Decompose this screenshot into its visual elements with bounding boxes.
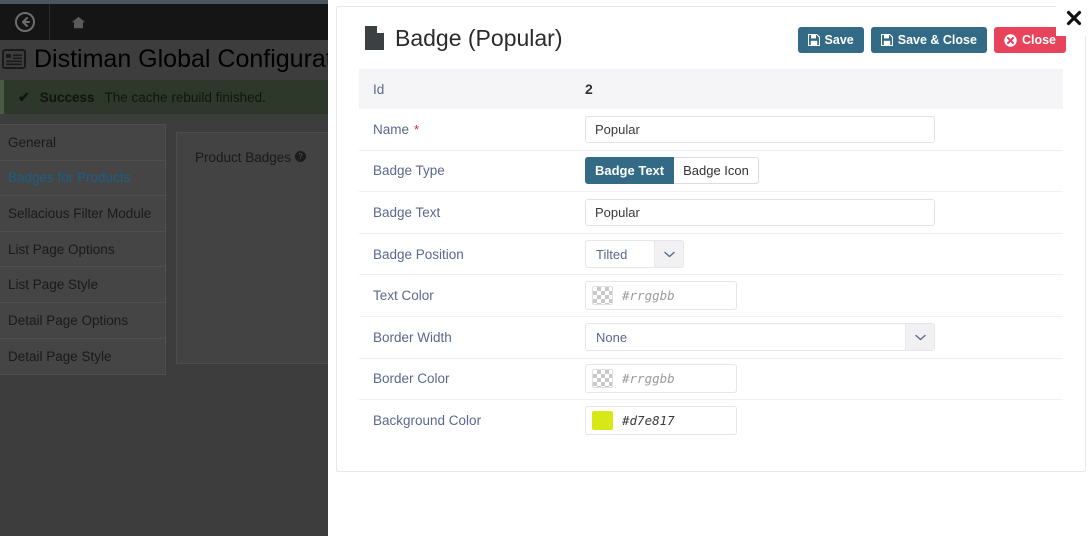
help-icon[interactable]: ?	[295, 151, 307, 162]
badge-position-label: Badge Position	[373, 246, 464, 262]
sidebar-item-list-page-style[interactable]: List Page Style	[0, 267, 165, 303]
close-button-label: Close	[1021, 33, 1056, 47]
alert-message: The cache rebuild finished.	[104, 89, 266, 105]
form-row-background-color: Background Color #d7e817	[359, 400, 1063, 442]
sidebar-item-sellacious-filter-module[interactable]: Sellacious Filter Module	[0, 196, 165, 232]
form-row-name: Name *	[359, 109, 1063, 151]
background-color-field[interactable]: #d7e817	[585, 406, 737, 436]
sidebar-item-list-page-options[interactable]: List Page Options	[0, 232, 165, 268]
badge-type-option-badge-icon[interactable]: Badge Icon	[674, 157, 759, 185]
form-row-border-color: Border Color #rrggbb	[359, 359, 1063, 401]
floppy-disk-icon	[880, 34, 893, 46]
product-badges-label: Product Badges	[195, 150, 292, 165]
sidebar-item-detail-page-options[interactable]: Detail Page Options	[0, 303, 165, 339]
save-button[interactable]: Save	[797, 27, 864, 53]
product-badges-heading: Product Badges ?	[177, 133, 328, 165]
background-color-label: Background Color	[373, 413, 482, 429]
page-title: Distiman Global Configuration	[0, 40, 328, 78]
form-row-id: Id 2	[359, 69, 1063, 109]
border-width-label: Border Width	[373, 329, 452, 345]
home-icon[interactable]	[50, 4, 106, 40]
border-color-value: #rrggbb	[622, 371, 675, 387]
chevron-down-icon	[654, 241, 683, 268]
background-color-swatch[interactable]	[592, 411, 613, 431]
check-icon: ✔	[18, 88, 30, 105]
sidebar: General Badges for Products Sellacious F…	[0, 124, 166, 376]
product-badges-panel: Product Badges ?	[176, 132, 328, 364]
border-color-swatch[interactable]	[592, 369, 613, 389]
border-color-label: Border Color	[373, 371, 450, 387]
form-row-badge-text: Badge Text	[359, 192, 1063, 234]
background-color-value: #d7e817	[622, 413, 675, 429]
screen: Distiman Global Configuration ✔ Success …	[0, 0, 1092, 536]
name-input[interactable]	[585, 115, 935, 143]
x-circle-icon	[1004, 33, 1017, 47]
name-label: Name *	[373, 122, 585, 137]
form-row-badge-position: Badge Position Tilted	[359, 234, 1063, 276]
text-color-label: Text Color	[373, 288, 434, 304]
id-value: 2	[585, 81, 593, 97]
badge-type-option-badge-text[interactable]: Badge Text	[585, 157, 675, 185]
sidebar-item-badges-for-products[interactable]: Badges for Products	[0, 161, 165, 197]
name-label-text: Name	[373, 121, 410, 137]
alert-label: Success	[39, 89, 95, 105]
save-and-close-button-label: Save & Close	[897, 33, 977, 47]
border-width-select[interactable]: None	[585, 323, 935, 352]
sidebar-item-detail-page-style[interactable]: Detail Page Style	[0, 339, 165, 375]
modal-title-text: Badge (Popular)	[395, 24, 563, 51]
save-and-close-button[interactable]: Save & Close	[870, 27, 987, 53]
background-page: Distiman Global Configuration ✔ Success …	[0, 0, 328, 536]
text-color-value: #rrggbb	[622, 288, 675, 304]
form-row-badge-type: Badge Type Badge Text Badge Icon	[359, 151, 1063, 193]
page-title-text: Distiman Global Configuration	[34, 44, 328, 73]
form-row-border-width: Border Width None	[359, 317, 1063, 359]
badge-edit-modal: Badge (Popular) Save Save & Close Close …	[336, 6, 1086, 472]
save-button-label: Save	[824, 33, 854, 47]
border-width-value: None	[596, 329, 628, 345]
badge-type-toggle: Badge Text Badge Icon	[585, 157, 759, 185]
badge-text-input[interactable]	[585, 198, 935, 226]
success-alert: ✔ Success The cache rebuild finished.	[0, 80, 328, 114]
modal-action-buttons: Save Save & Close Close	[797, 27, 1066, 53]
text-color-swatch[interactable]	[592, 286, 613, 306]
modal-title: Badge (Popular)	[364, 25, 563, 52]
modal-header: Badge (Popular) Save Save & Close Close	[337, 7, 1085, 69]
floppy-disk-icon	[807, 34, 820, 46]
sidebar-item-general[interactable]: General	[0, 125, 165, 161]
id-label: Id	[373, 81, 385, 97]
list-icon	[2, 49, 26, 69]
badge-form: Id 2 Name * Badge Type Badge Text	[337, 69, 1085, 442]
back-arrow-icon[interactable]	[0, 4, 50, 40]
badge-type-label: Badge Type	[373, 163, 445, 179]
chevron-down-icon	[905, 324, 934, 351]
admin-navbar	[0, 4, 328, 40]
close-icon[interactable]	[1056, 0, 1092, 36]
required-asterisk: *	[414, 121, 420, 137]
badge-text-label: Badge Text	[373, 204, 441, 220]
badge-position-select[interactable]: Tilted	[585, 240, 684, 269]
text-color-field[interactable]: #rrggbb	[585, 281, 737, 311]
form-row-text-color: Text Color #rrggbb	[359, 275, 1063, 317]
badge-position-value: Tilted	[596, 246, 628, 262]
document-icon	[364, 25, 385, 51]
border-color-field[interactable]: #rrggbb	[585, 364, 737, 394]
